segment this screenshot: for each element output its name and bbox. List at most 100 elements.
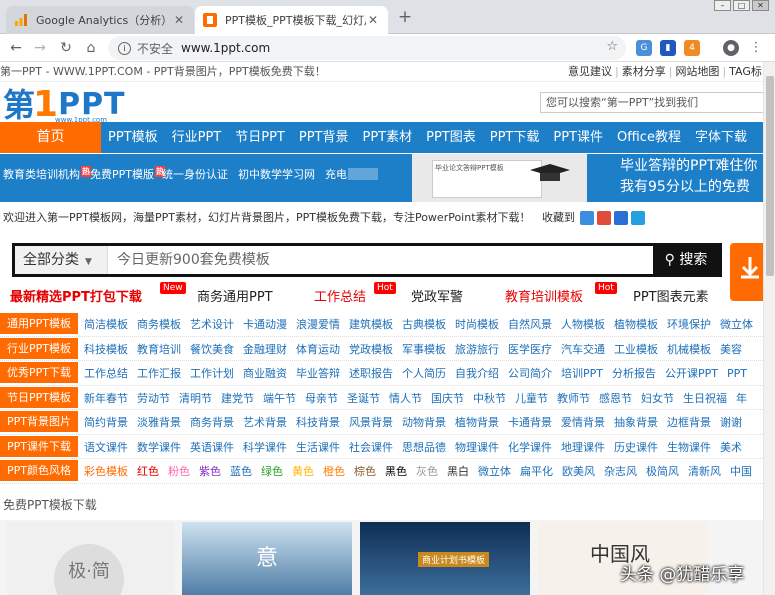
subnav-link[interactable]: 教育类培训机构热 bbox=[3, 166, 91, 182]
address-bar[interactable]: i 不安全 www.1ppt.com ☆ bbox=[108, 36, 626, 60]
category-tag[interactable]: 思想品德 bbox=[402, 441, 446, 454]
category-tag[interactable]: 体育运动 bbox=[296, 343, 340, 356]
category-tag[interactable]: 感恩节 bbox=[599, 392, 632, 405]
category-label[interactable]: 行业PPT模板 bbox=[0, 337, 78, 359]
subnav-link[interactable]: 免费PPT模版热 bbox=[90, 166, 165, 182]
category-tag[interactable]: 抽象背景 bbox=[614, 416, 658, 429]
category-tag[interactable]: 儿童节 bbox=[515, 392, 548, 405]
main-search-input[interactable]: 今日更新900套免费模板 bbox=[117, 246, 647, 274]
site-logo[interactable]: 第 1 PPT www.1ppt.com bbox=[3, 84, 126, 125]
category-tag[interactable]: 化学课件 bbox=[508, 441, 552, 454]
category-tag[interactable]: 汽车交通 bbox=[561, 343, 605, 356]
category-tag[interactable]: 微立体 bbox=[720, 318, 753, 331]
reload-icon[interactable]: ↻ bbox=[56, 38, 76, 58]
category-tag[interactable]: 粉色 bbox=[168, 465, 190, 478]
new-tab-icon[interactable]: + bbox=[394, 7, 416, 29]
tab-close-icon[interactable]: ✕ bbox=[172, 13, 186, 27]
category-tag[interactable]: 金融理财 bbox=[243, 343, 287, 356]
category-tag[interactable]: 古典模板 bbox=[402, 318, 446, 331]
top-link-feedback[interactable]: 意见建议 bbox=[568, 65, 612, 78]
hot-link[interactable]: PPT图表元素 bbox=[633, 286, 709, 305]
home-icon[interactable]: ⌂ bbox=[81, 38, 101, 58]
category-tag[interactable]: 极简风 bbox=[646, 465, 679, 478]
category-tag[interactable]: 科技背景 bbox=[296, 416, 340, 429]
nav-item[interactable]: 节日PPT bbox=[228, 122, 292, 153]
category-tag[interactable]: 科技模板 bbox=[84, 343, 128, 356]
rss-extension-icon[interactable]: 4 bbox=[684, 40, 700, 56]
category-tag[interactable]: 商业融资 bbox=[243, 367, 287, 380]
nav-item[interactable]: 行业PPT bbox=[165, 122, 229, 153]
category-tag[interactable]: 淡雅背景 bbox=[137, 416, 181, 429]
nav-item[interactable]: PPT模板 bbox=[101, 122, 165, 153]
category-label[interactable]: 通用PPT模板 bbox=[0, 313, 78, 334]
page-scrollbar[interactable] bbox=[763, 62, 775, 595]
category-tag[interactable]: 工业模板 bbox=[614, 343, 658, 356]
category-tag[interactable]: 年 bbox=[736, 392, 747, 405]
category-tag[interactable]: 个人简历 bbox=[402, 367, 446, 380]
category-label[interactable]: 优秀PPT下载 bbox=[0, 362, 78, 383]
category-tag[interactable]: 绿色 bbox=[261, 465, 283, 478]
hot-link[interactable]: 最新精选PPT打包下载 New bbox=[10, 282, 186, 305]
category-tag[interactable]: 工作汇报 bbox=[137, 367, 181, 380]
category-tag[interactable]: 清明节 bbox=[179, 392, 212, 405]
category-tag[interactable]: 旅游旅行 bbox=[455, 343, 499, 356]
nav-item[interactable]: PPT图表 bbox=[419, 122, 483, 153]
category-tag[interactable]: 艺术背景 bbox=[243, 416, 287, 429]
category-tag[interactable]: 英语课件 bbox=[190, 441, 234, 454]
tab-google-analytics[interactable]: Google Analytics（分析） ✕ bbox=[6, 6, 194, 34]
category-tag[interactable]: 生物课件 bbox=[667, 441, 711, 454]
subnav-link[interactable]: 初中数学学习网 bbox=[238, 166, 315, 182]
category-tag[interactable]: 培训PPT bbox=[561, 367, 603, 380]
category-tag[interactable]: 中秋节 bbox=[473, 392, 506, 405]
category-tag[interactable]: 扁平化 bbox=[520, 465, 553, 478]
tab-close-icon[interactable]: ✕ bbox=[366, 13, 380, 27]
category-tag[interactable]: 医学医疗 bbox=[508, 343, 552, 356]
category-tag[interactable]: 黑色 bbox=[385, 465, 407, 478]
category-tag[interactable]: 述职报告 bbox=[349, 367, 393, 380]
category-tag[interactable]: 劳动节 bbox=[137, 392, 170, 405]
category-tag[interactable]: 情人节 bbox=[389, 392, 422, 405]
category-tag[interactable]: 生活课件 bbox=[296, 441, 340, 454]
category-tag[interactable]: 风景背景 bbox=[349, 416, 393, 429]
bookmark-star-icon[interactable]: ☆ bbox=[606, 39, 618, 54]
category-tag[interactable]: 生日祝福 bbox=[683, 392, 727, 405]
category-tag[interactable]: 黑白 bbox=[447, 465, 469, 478]
category-tag[interactable]: 美容 bbox=[720, 343, 742, 356]
thumbnail-card[interactable]: 商业计划书模板 bbox=[360, 522, 530, 595]
category-tag[interactable]: 餐饮美食 bbox=[190, 343, 234, 356]
category-tag[interactable]: 地理课件 bbox=[561, 441, 605, 454]
category-tag[interactable]: 妇女节 bbox=[641, 392, 674, 405]
category-tag[interactable]: 欧美风 bbox=[562, 465, 595, 478]
back-icon[interactable]: ← bbox=[6, 38, 26, 58]
nav-item[interactable]: PPT课件 bbox=[546, 122, 610, 153]
forward-icon[interactable]: → bbox=[30, 38, 50, 58]
thumbnail-card[interactable]: 极·简 bbox=[6, 522, 174, 595]
top-link-tag[interactable]: TAG标 bbox=[729, 65, 762, 78]
bookmark-site-icon[interactable] bbox=[631, 211, 645, 225]
category-tag[interactable]: 商务模板 bbox=[137, 318, 181, 331]
category-tag[interactable]: 棕色 bbox=[354, 465, 376, 478]
category-tag[interactable]: 紫色 bbox=[199, 465, 221, 478]
extension-icon[interactable]: ▮ bbox=[660, 40, 676, 56]
close-window-icon[interactable]: ✕ bbox=[752, 0, 769, 11]
hot-link[interactable]: 工作总结 Hot bbox=[314, 282, 396, 305]
category-tag[interactable]: 工作总结 bbox=[84, 367, 128, 380]
category-select[interactable]: 全部分类 ▼ bbox=[15, 246, 108, 274]
category-tag[interactable]: 商务背景 bbox=[190, 416, 234, 429]
hot-link[interactable]: 党政军警 bbox=[411, 286, 463, 305]
tab-1ppt[interactable]: PPT模板_PPT模板下载_幻灯片模 ✕ bbox=[195, 6, 388, 34]
profile-icon[interactable]: ● bbox=[723, 40, 739, 56]
nav-home[interactable]: 首页 bbox=[0, 122, 101, 153]
category-tag[interactable]: 杂志风 bbox=[604, 465, 637, 478]
scrollbar-thumb[interactable] bbox=[766, 76, 774, 276]
nav-item[interactable]: Office教程 bbox=[610, 122, 688, 153]
info-icon[interactable]: i bbox=[118, 41, 131, 55]
category-tag[interactable]: 黄色 bbox=[292, 465, 314, 478]
bookmark-site-icon[interactable] bbox=[580, 211, 594, 225]
category-tag[interactable]: 物理课件 bbox=[455, 441, 499, 454]
category-tag[interactable]: 彩色模板 bbox=[84, 465, 128, 478]
subnav-link[interactable]: 统一身份认证 bbox=[162, 166, 228, 182]
category-tag[interactable]: 机械模板 bbox=[667, 343, 711, 356]
category-tag[interactable]: 军事模板 bbox=[402, 343, 446, 356]
site-search-input[interactable]: 您可以搜索“第一PPT”找到我们 bbox=[540, 92, 763, 113]
